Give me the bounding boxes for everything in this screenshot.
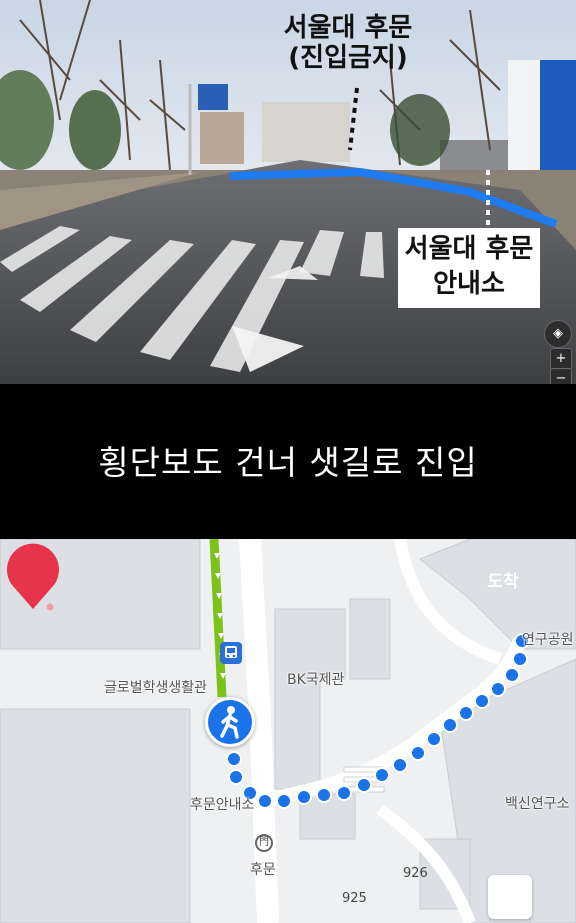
street-view-panel[interactable]: 서울대 후문 (진입금지) 서울대 후문 안내소 ◈ + − — [0, 0, 576, 384]
caption-text: 횡단보도 건너 샛길로 진입 — [98, 443, 478, 482]
map-label-global-dorm[interactable]: 글로벌학생생활관 — [104, 677, 207, 697]
map-label-research-park[interactable]: 연구공원 — [522, 629, 574, 649]
map-control-button[interactable] — [488, 875, 532, 919]
zoom-in-button[interactable]: + — [550, 348, 572, 370]
compass-icon[interactable]: ◈ — [544, 320, 572, 348]
map-canvas — [0, 539, 576, 923]
destination-pin-icon[interactable] — [0, 539, 66, 611]
road-number-925: 925 — [342, 891, 367, 906]
callout-north-line2: (진입금지) — [288, 42, 408, 73]
callout-north-line1: 서울대 후문 — [283, 13, 413, 43]
map-label-bk-hall[interactable]: BK국제관 — [287, 669, 344, 689]
map-panel[interactable]: 門 도착 글로벌학생생활관 BK국제관 연구공원 백신연구소 후문안내소 후문 … — [0, 539, 576, 923]
destination-label: 도착 — [487, 572, 519, 592]
callout-office-line2: 안내소 — [433, 269, 505, 300]
road-number-926: 926 — [403, 866, 428, 881]
map-label-back-gate-office[interactable]: 후문안내소 — [190, 794, 254, 814]
zoom-out-button[interactable]: − — [550, 368, 572, 384]
map-label-back-gate[interactable]: 후문 — [250, 859, 276, 879]
caption-band: 횡단보도 건너 샛길로 진입 — [0, 384, 576, 539]
bus-stop-icon[interactable] — [220, 642, 242, 664]
callout-office-line1: 서울대 후문 — [404, 234, 534, 264]
callout-back-gate-no-entry: 서울대 후문 (진입금지) — [262, 13, 434, 74]
gate-marker-icon: 門 — [255, 834, 273, 852]
map-label-vaccine-institute[interactable]: 백신연구소 — [505, 793, 569, 813]
callout-back-gate-office: 서울대 후문 안내소 — [398, 232, 540, 302]
walking-person-icon[interactable] — [205, 697, 255, 747]
